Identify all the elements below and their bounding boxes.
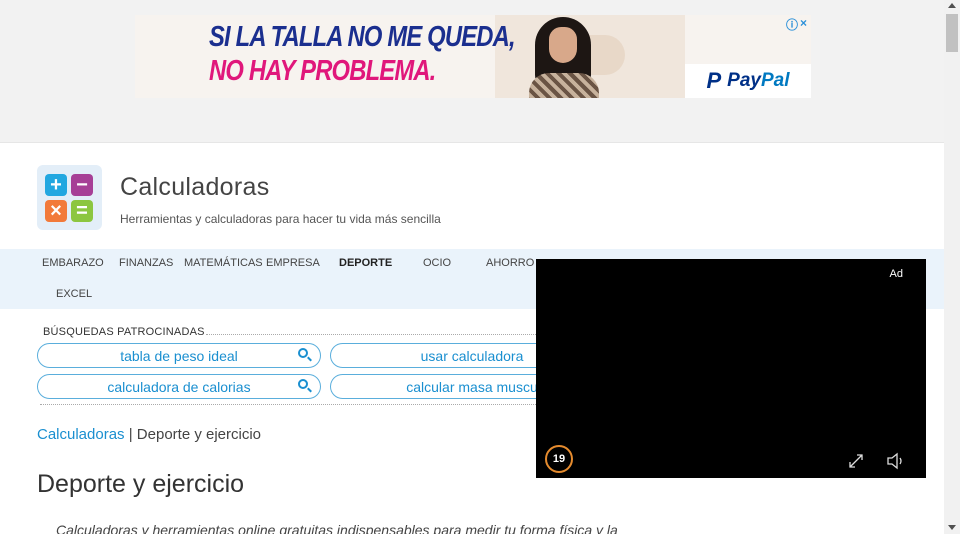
ad-banner[interactable]: SI LA TALLA NO ME QUEDA, NO HAY PROBLEMA… bbox=[135, 15, 811, 98]
sponsored-search-label: tabla de peso ideal bbox=[120, 347, 238, 364]
nav-item-excel[interactable]: EXCEL bbox=[56, 288, 92, 300]
video-ad-player[interactable]: Ad 19 bbox=[536, 259, 926, 478]
top-ad-area: SI LA TALLA NO ME QUEDA, NO HAY PROBLEMA… bbox=[0, 0, 944, 143]
site-logo[interactable]: + − × = bbox=[37, 165, 102, 230]
scroll-up-arrow-icon[interactable] bbox=[948, 3, 956, 8]
expand-icon[interactable] bbox=[848, 453, 864, 469]
ad-headline-line2: NO HAY PROBLEMA. bbox=[209, 55, 436, 87]
ad-choices[interactable]: ⓘ × bbox=[786, 16, 807, 33]
nav-item-finanzas[interactable]: FINANZAS bbox=[119, 257, 173, 269]
sponsored-search-label: calcular masa muscu bbox=[406, 378, 538, 395]
info-icon[interactable]: ⓘ bbox=[786, 16, 798, 33]
site-subtitle: Herramientas y calculadoras para hacer t… bbox=[120, 212, 441, 226]
breadcrumb-current: Deporte y ejercicio bbox=[136, 426, 262, 443]
page-title: Deporte y ejercicio bbox=[37, 470, 245, 498]
ad-label: Ad bbox=[889, 268, 903, 280]
sponsored-label: BÚSQUEDAS PATROCINADAS bbox=[43, 326, 205, 338]
equals-icon: = bbox=[71, 200, 93, 222]
countdown-timer: 19 bbox=[545, 445, 573, 473]
sponsored-search-pill[interactable]: tabla de peso ideal bbox=[37, 343, 321, 368]
breadcrumb-separator: | bbox=[128, 426, 133, 443]
paypal-p-icon: P bbox=[706, 68, 722, 93]
divider bbox=[206, 334, 536, 335]
nav-item-embarazo[interactable]: EMBARAZO bbox=[42, 257, 104, 269]
sponsored-search-label: calculadora de calorias bbox=[107, 378, 251, 395]
sponsored-search-pill[interactable]: calculadora de calorias bbox=[37, 374, 321, 399]
site-title[interactable]: Calculadoras bbox=[120, 173, 270, 202]
scroll-thumb[interactable] bbox=[946, 14, 958, 52]
volume-icon[interactable] bbox=[886, 452, 906, 470]
search-icon bbox=[298, 379, 308, 389]
breadcrumb: Calculadoras | Deporte y ejercicio bbox=[37, 426, 261, 443]
close-icon[interactable]: × bbox=[800, 16, 807, 33]
nav-item-matematicas[interactable]: MATEMÁTICAS bbox=[184, 257, 263, 269]
nav-item-ahorro[interactable]: AHORRO bbox=[486, 257, 534, 269]
plus-icon: + bbox=[45, 174, 67, 196]
ad-model-image bbox=[529, 15, 599, 98]
nav-item-deporte[interactable]: DEPORTE bbox=[339, 257, 392, 269]
minus-icon: − bbox=[71, 174, 93, 196]
vertical-scrollbar[interactable] bbox=[944, 0, 960, 534]
ad-headline-line1: SI LA TALLA NO ME QUEDA, bbox=[209, 21, 516, 53]
page-intro: Calculadoras y herramientas online gratu… bbox=[56, 522, 618, 534]
breadcrumb-root-link[interactable]: Calculadoras bbox=[37, 426, 125, 443]
multiply-icon: × bbox=[45, 200, 67, 222]
paypal-logo: P PayPal bbox=[685, 64, 811, 98]
search-icon bbox=[298, 348, 308, 358]
nav-item-ocio[interactable]: OCIO bbox=[423, 257, 451, 269]
divider bbox=[40, 404, 536, 405]
paypal-wordmark: PayPal bbox=[727, 70, 790, 91]
scroll-down-arrow-icon[interactable] bbox=[948, 525, 956, 530]
sponsored-search-label: usar calculadora bbox=[420, 347, 524, 364]
nav-item-empresa[interactable]: EMPRESA bbox=[266, 257, 320, 269]
